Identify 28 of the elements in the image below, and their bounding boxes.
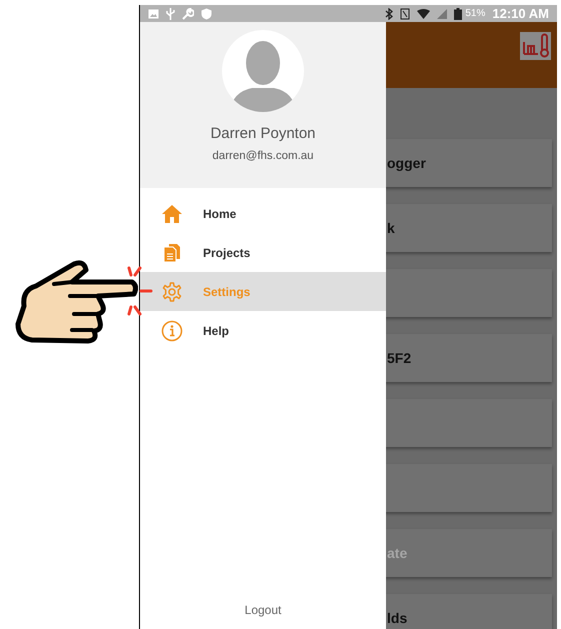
battery-icon [454,8,462,20]
home-icon [160,204,182,224]
info-icon [160,320,182,342]
card-title: lds [387,608,408,628]
battery-percentage: 51% [465,7,486,21]
logout-link[interactable]: Logout [244,601,282,619]
thermometer-chart-icon[interactable] [520,32,551,60]
bluetooth-icon [385,8,394,20]
settings-icon [162,282,182,302]
nfc-icon [400,8,410,20]
documents-icon [162,242,180,262]
image-icon [148,8,159,18]
menu-item[interactable]: Home [140,194,386,233]
tap-marks-drawing [127,266,154,316]
wifi-icon [417,8,430,18]
clock-time: 12:10 AM [492,5,549,23]
user-email: darren@fhs.com.au [212,148,314,164]
card-title: ogger [387,154,426,173]
menu-item[interactable]: Projects [140,233,386,272]
card-title: k [387,218,395,238]
menu-item[interactable]: Help [140,311,386,350]
wrench-icon [182,8,194,20]
card-title: 5F2 [387,348,412,368]
user-name: Darren Poynton [210,124,316,144]
avatar-silhouette-icon [222,30,304,112]
shield-icon [201,8,212,20]
usb-icon [166,8,175,20]
signal-icon [437,8,448,18]
